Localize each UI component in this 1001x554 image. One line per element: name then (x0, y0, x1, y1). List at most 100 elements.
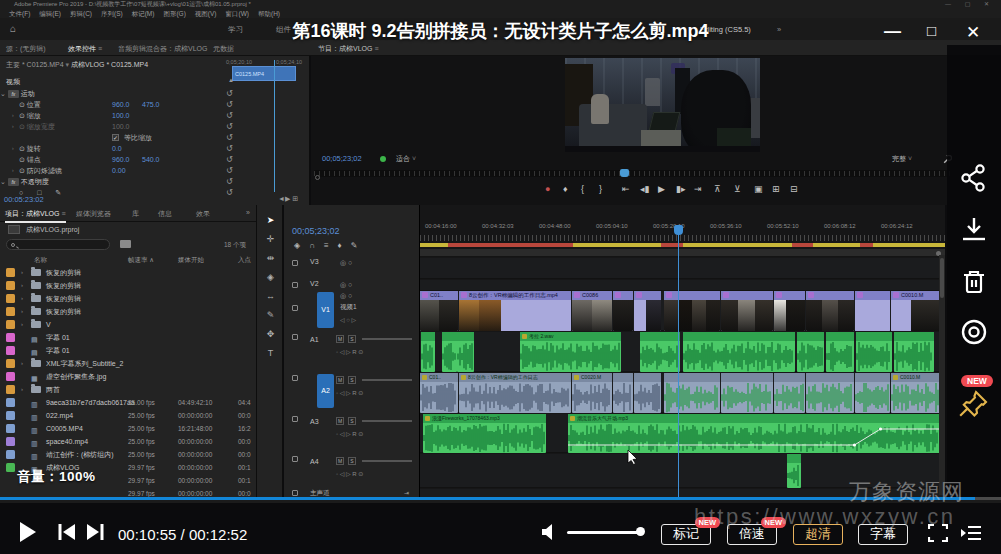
mute-button[interactable]: M (336, 376, 344, 384)
video-clip[interactable]: 8云创作：VR棉编辑的工作日志.mp4 (459, 291, 571, 331)
volume-slider[interactable] (362, 460, 412, 462)
audio-clip[interactable]: C01.. (420, 373, 458, 413)
lock-icon[interactable] (292, 490, 298, 496)
playhead-marker[interactable] (674, 225, 683, 235)
project-row[interactable]: ▦虚空创作聚焦条.jpg (0, 370, 256, 383)
chevron-icon[interactable]: › (21, 305, 23, 318)
video-clip[interactable]: C0086 (572, 291, 612, 331)
next-button[interactable] (86, 523, 104, 541)
player-maximize-button[interactable]: □ (927, 22, 936, 39)
tool-slip[interactable]: ↔ (257, 291, 284, 301)
chevron-icon[interactable]: › (21, 318, 23, 331)
project-row[interactable]: ▥靖江创作：(棉纺组内)25.00 fps00:00:00:0000:0 (0, 448, 256, 461)
project-row[interactable]: ›恢复的剪辑 (0, 292, 256, 305)
tool-type[interactable]: T (257, 348, 284, 358)
lock-icon[interactable] (292, 375, 298, 381)
premiere-window-controls[interactable]: — ▢ ✕ (945, 0, 995, 9)
volume-slider[interactable] (362, 379, 412, 381)
chevron-icon[interactable]: › (21, 357, 23, 370)
ec-collapse[interactable]: ▲ (228, 77, 234, 83)
eye-icon[interactable]: ◎ ○ (340, 281, 352, 289)
audio-clip[interactable] (421, 332, 435, 372)
mute-button[interactable]: M (336, 457, 344, 465)
player-close-button[interactable]: ✕ (966, 22, 980, 43)
transport-mark-out[interactable]: } (599, 184, 602, 194)
bin-icon[interactable] (8, 225, 20, 234)
audio-clip[interactable] (826, 332, 854, 372)
mute-button[interactable]: M (336, 335, 344, 343)
lock-icon[interactable] (292, 305, 298, 311)
col-fps[interactable]: 帧速率 ∧ (128, 256, 154, 265)
audio-clip[interactable] (856, 332, 892, 372)
tool-razor[interactable]: ◈ (257, 272, 284, 282)
tab-audio-mixer[interactable]: 音频剪辑混合器：成棉VLOG (118, 44, 207, 54)
new-bin-icon[interactable] (120, 240, 131, 248)
transport-marker[interactable]: ♦ (563, 184, 568, 194)
chevron-icon[interactable]: › (21, 383, 23, 396)
video-clip[interactable] (634, 291, 661, 331)
transport-compare[interactable]: ⊞ (772, 184, 780, 194)
video-clip[interactable] (774, 291, 805, 331)
solo-button[interactable]: S (348, 376, 356, 384)
audio-clip[interactable] (721, 373, 773, 413)
transport-step-back[interactable]: ◂▮ (640, 184, 649, 194)
volume-slider[interactable] (567, 531, 643, 534)
transport-step-forward[interactable]: ▮▸ (676, 184, 685, 194)
tab-effects[interactable]: 效果 (196, 209, 210, 219)
audio-clip[interactable]: 潮流音乐大气开场.mp3 (568, 414, 940, 453)
menu-序列(S)[interactable]: 序列(S) (101, 10, 123, 17)
video-clip[interactable] (721, 291, 773, 331)
work-area-bar[interactable] (420, 249, 945, 257)
tool-selection[interactable]: ➤ (257, 215, 284, 225)
video-clip[interactable] (664, 291, 720, 331)
fit-icon[interactable]: ⇥ (404, 489, 409, 496)
play-button[interactable] (18, 521, 38, 543)
tab-effect-controls[interactable]: 效果控件 ≡ (68, 44, 102, 54)
transport-play[interactable]: ▶ (658, 184, 665, 194)
col-in[interactable]: 入点 (238, 256, 251, 265)
audio-clip[interactable] (894, 332, 934, 372)
audio-clip[interactable] (774, 373, 805, 413)
program-fit-select[interactable]: 适合 ˅ (396, 154, 416, 164)
keyframe-nav[interactable]: ◁ ○ ▷ (340, 316, 356, 323)
program-res-select[interactable]: 完整 ˅ (892, 154, 912, 164)
transport-go-to-out[interactable]: ⇥ (694, 184, 702, 194)
transport-record[interactable]: ● (545, 184, 550, 194)
timeline-toolbar[interactable]: ◈∩≡♦✎ (294, 241, 366, 250)
pin-icon[interactable] (959, 389, 989, 419)
mute-button[interactable]: M (336, 417, 344, 425)
transport-extract[interactable]: ⊻ (734, 184, 741, 194)
video-clip[interactable]: C01.. (420, 291, 458, 331)
audio-clip[interactable] (442, 332, 457, 372)
solo-button[interactable]: S (348, 335, 356, 343)
menu-文件(F)[interactable]: 文件(F) (9, 10, 30, 17)
audio-clip[interactable] (797, 332, 824, 372)
tool-ripple-edit[interactable]: ⇹ (257, 253, 284, 263)
video-clip[interactable]: C0010.M (891, 291, 940, 331)
transport-go-to-in[interactable]: ⇤ (622, 184, 630, 194)
project-row[interactable]: ›恢复的剪辑 (0, 305, 256, 318)
solo-button[interactable]: S (348, 457, 356, 465)
project-row[interactable]: ›恢复的剪辑 (0, 266, 256, 279)
share-icon[interactable] (959, 163, 989, 193)
menu-窗口(W)[interactable]: 窗口(W) (226, 10, 249, 17)
project-row[interactable]: ›恢复的剪辑 (0, 279, 256, 292)
audio-clip[interactable] (806, 373, 854, 413)
menu-标记(M)[interactable]: 标记(M) (132, 10, 155, 17)
lock-icon[interactable] (292, 260, 298, 266)
project-breadcrumb[interactable]: 成棉VLOG.prproj (26, 225, 79, 235)
menu-bar[interactable]: 文件(F)编辑(E)剪辑(C)序列(S)标记(M)图形(G)视图(V)窗口(W)… (0, 9, 1001, 18)
project-row[interactable]: ▥space40.mp425.00 fps00:00:00:0000:0 (0, 435, 256, 448)
audio-clip[interactable] (640, 332, 680, 372)
project-row[interactable]: ▥C0005.MP425.00 fps16:21:48:0016:2 (0, 422, 256, 435)
volume-slider[interactable] (362, 420, 412, 422)
project-row[interactable]: ▤字幕 01 (0, 331, 256, 344)
trash-icon[interactable] (959, 267, 989, 297)
audio-clip[interactable] (787, 454, 801, 488)
video-clip[interactable] (806, 291, 854, 331)
tab-libraries[interactable]: 库 (132, 209, 139, 219)
tab-info[interactable]: 信息 (158, 209, 172, 219)
tab-metadata[interactable]: 元数据 (213, 44, 234, 54)
transport-export-frame[interactable]: ▣ (754, 184, 763, 194)
playlist-icon[interactable] (960, 525, 982, 541)
